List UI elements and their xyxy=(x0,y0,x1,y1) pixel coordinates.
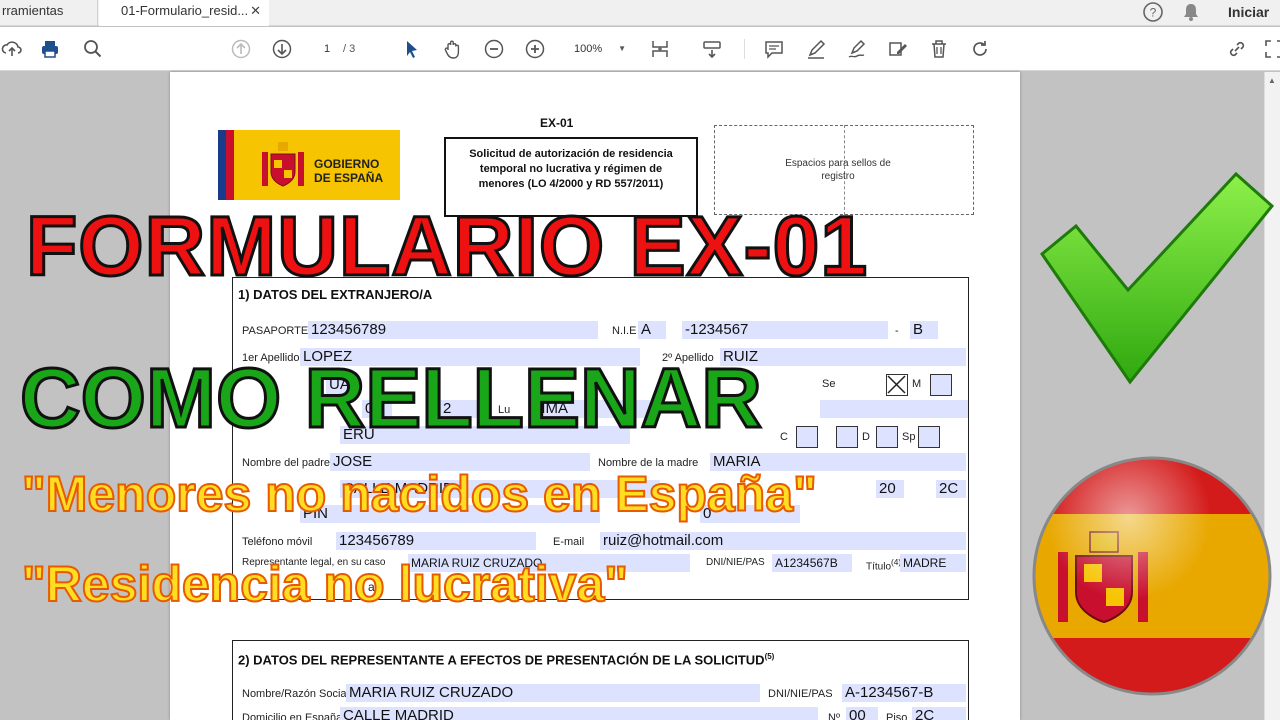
scroll-up-icon[interactable]: ▲ xyxy=(1268,76,1276,85)
piso-field[interactable]: 2C xyxy=(936,480,966,498)
coat-of-arms-icon xyxy=(262,142,304,187)
toolbar-divider xyxy=(744,39,745,59)
overlay-line-residencia: "Residencia no lucrativa" xyxy=(21,555,629,613)
upload-icon[interactable] xyxy=(0,37,24,61)
pais-field[interactable] xyxy=(820,400,968,418)
zoom-out-icon[interactable] xyxy=(482,37,506,61)
nie-letter-field[interactable]: A xyxy=(638,321,666,339)
comment-icon[interactable] xyxy=(762,37,786,61)
numero2-label: Nº xyxy=(828,712,840,720)
dni2-label: DNI/NIE/PAS xyxy=(768,688,833,700)
nie-dash: - xyxy=(895,325,899,337)
dni2-field[interactable]: A-1234567-B xyxy=(842,684,966,702)
zoom-value: 100% xyxy=(574,43,603,55)
logo-red-bar xyxy=(226,130,234,200)
scroll-mode-icon[interactable] xyxy=(700,37,724,61)
overlay-line-menores: "Menores no nacidos en España" xyxy=(21,465,818,523)
pasaporte-label: PASAPORTE xyxy=(242,325,309,337)
domicilio2-label: Domicilio en España xyxy=(242,712,343,720)
civil-d-checkbox[interactable] xyxy=(876,426,898,448)
dni-label: DNI/NIE/PAS xyxy=(706,557,765,568)
section-2-footnote: (5) xyxy=(764,652,775,661)
civil-sp-label: Sp xyxy=(902,431,916,443)
dni-field[interactable]: A1234567B xyxy=(772,554,852,572)
civil-c-checkbox[interactable] xyxy=(796,426,818,448)
delete-icon[interactable] xyxy=(927,37,951,61)
domicilio2-field[interactable]: CALLE MADRID xyxy=(340,707,818,720)
chevron-down-icon: ▼ xyxy=(618,44,626,53)
close-icon[interactable]: ✕ xyxy=(250,0,261,22)
titulo-label-text: Título xyxy=(866,561,892,573)
zoom-in-icon[interactable] xyxy=(523,37,547,61)
spain-flag-icon xyxy=(1032,456,1272,696)
movil-label: Teléfono móvil xyxy=(242,536,313,548)
civil-v-checkbox[interactable] xyxy=(836,426,858,448)
select-cursor-icon[interactable] xyxy=(399,37,423,61)
page-total: / 3 xyxy=(343,43,356,55)
prev-page-icon[interactable] xyxy=(229,37,253,61)
section-2-title-text: 2) DATOS DEL REPRESENTANTE A EFECTOS DE … xyxy=(238,652,765,668)
toolbar: 1 / 3 100% ▼ xyxy=(0,27,1280,71)
nie-control-field[interactable]: B xyxy=(910,321,938,339)
zoom-search-icon[interactable] xyxy=(81,37,105,61)
sexo-m-checkbox[interactable] xyxy=(930,374,952,396)
zoom-select[interactable]: 100% ▼ xyxy=(566,38,632,60)
titulo-field[interactable]: MADRE xyxy=(900,554,966,572)
razon-social-label: Nombre/Razón Social xyxy=(242,688,349,700)
nie-label: N.I.E xyxy=(612,325,637,337)
piso2-label: Piso xyxy=(886,712,908,720)
hand-tool-icon[interactable] xyxy=(441,37,465,61)
nie-number-field[interactable]: -1234567 xyxy=(682,321,888,339)
help-icon[interactable]: ? xyxy=(1142,1,1164,28)
civil-c-label: C xyxy=(780,431,788,443)
bell-icon[interactable] xyxy=(1181,1,1201,28)
stamp-label: Espacios para sellos de registro xyxy=(785,158,891,182)
share-link-icon[interactable] xyxy=(1225,37,1249,61)
titulo-label: Título(4) xyxy=(866,557,901,572)
numero-field[interactable]: 20 xyxy=(876,480,904,498)
section-2-title: 2) DATOS DEL REPRESENTANTE A EFECTOS DE … xyxy=(238,652,774,667)
draw-icon[interactable] xyxy=(845,37,869,61)
form-code: EX-01 xyxy=(540,116,574,130)
overlay-subtitle: COMO RELLENAR xyxy=(19,350,764,447)
rotate-icon[interactable] xyxy=(968,37,992,61)
piso2-field[interactable]: 2C xyxy=(912,707,966,720)
email-label: E-mail xyxy=(553,536,585,548)
email-field[interactable]: ruiz@hotmail.com xyxy=(600,532,966,550)
gobierno-logo: GOBIERNO DE ESPAÑA xyxy=(218,130,400,200)
checkmark-icon xyxy=(1039,171,1275,385)
tab-document[interactable]: 01-Formulario_resid... ✕ xyxy=(99,0,269,26)
gobierno-text: GOBIERNO DE ESPAÑA xyxy=(314,157,384,185)
page-number-input[interactable]: 1 xyxy=(312,38,342,60)
sexo-label: Se xyxy=(822,378,836,390)
next-page-icon[interactable] xyxy=(270,37,294,61)
print-icon[interactable] xyxy=(38,37,62,61)
movil-field[interactable]: 123456789 xyxy=(336,532,536,550)
tab-bar: rramientas 01-Formulario_resid... ✕ ? In… xyxy=(0,0,1280,26)
edit-text-icon[interactable] xyxy=(886,37,910,61)
pasaporte-field[interactable]: 123456789 xyxy=(308,321,598,339)
overlay-title: FORMULARIO EX-01 xyxy=(24,198,869,295)
sexo-h-checkbox[interactable] xyxy=(886,374,908,396)
svg-text:?: ? xyxy=(1150,6,1157,20)
civil-d-label: D xyxy=(862,431,870,443)
fit-page-icon[interactable] xyxy=(648,37,672,61)
tab-tools[interactable]: rramientas xyxy=(0,0,98,26)
logo-blue-bar xyxy=(218,130,226,200)
signin-button[interactable]: Iniciar xyxy=(1228,0,1269,24)
sexo-m-label: M xyxy=(912,378,922,390)
tab-document-label: 01-Formulario_resid... xyxy=(121,3,249,18)
razon-social-field[interactable]: MARIA RUIZ CRUZADO xyxy=(346,684,760,702)
civil-sp-checkbox[interactable] xyxy=(918,426,940,448)
highlight-pen-icon[interactable] xyxy=(804,37,828,61)
numero2-field[interactable]: 00 xyxy=(846,707,878,720)
expand-icon[interactable] xyxy=(1262,37,1280,61)
